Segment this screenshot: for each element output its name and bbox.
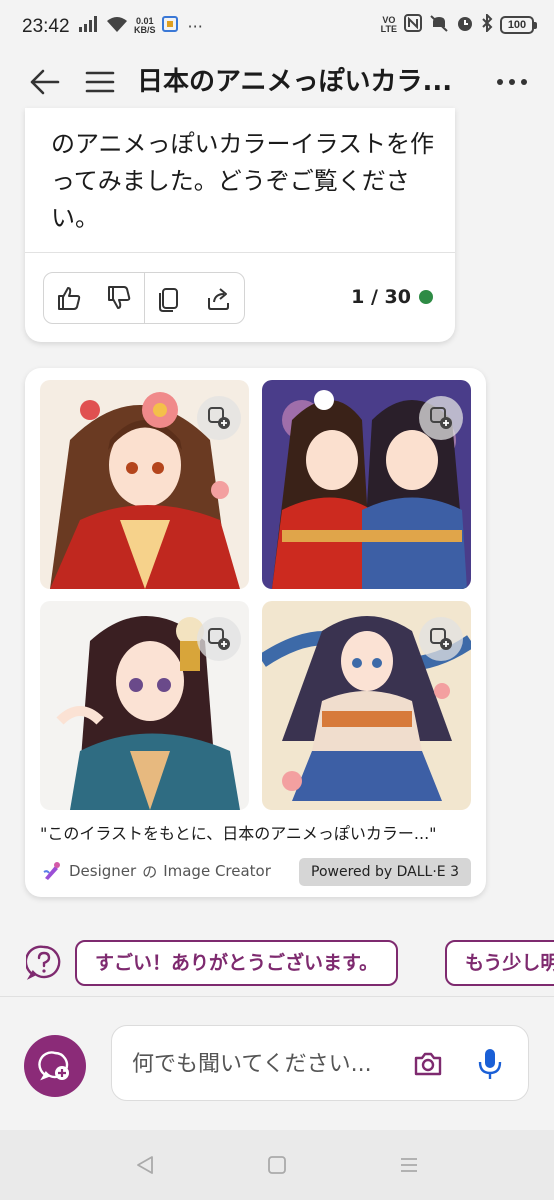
system-navigation-bar: [0, 1130, 554, 1200]
generated-image-1[interactable]: [40, 380, 249, 589]
network-speed: 0.01 KB/S: [134, 16, 156, 35]
thumbs-down-icon: [107, 286, 130, 309]
add-to-collection-icon: [430, 628, 452, 650]
add-to-collection-icon: [208, 407, 230, 429]
add-to-collection-button[interactable]: [419, 396, 463, 440]
nav-back-button[interactable]: [130, 1150, 160, 1180]
generated-image-4[interactable]: [262, 601, 471, 810]
menu-recents-icon: [401, 1158, 417, 1172]
battery-indicator: 100: [500, 16, 537, 34]
copy-icon: [159, 288, 179, 312]
add-to-collection-button[interactable]: [197, 396, 241, 440]
designer-logo-icon: [43, 862, 60, 880]
status-bar: 23:42 0.01 KB/S ··· VO LTE 100: [0, 0, 554, 56]
wifi-icon: [106, 15, 128, 37]
generated-image-2[interactable]: [262, 380, 471, 589]
camera-button[interactable]: [408, 1044, 448, 1084]
volte-icon: VO LTE: [380, 15, 397, 34]
voice-input-button[interactable]: [470, 1044, 510, 1084]
share-button[interactable]: [194, 273, 244, 323]
new-topic-button[interactable]: [24, 1035, 86, 1097]
thumbs-up-icon: [57, 287, 81, 310]
message-input-box: [111, 1025, 529, 1101]
assistant-message: のアニメっぽいカラーイラストを作ってみました。どうぞご覧ください。 1 / 30: [25, 108, 455, 342]
app-notification-icon: [161, 16, 178, 36]
signal-icon: [78, 15, 100, 37]
microphone-icon: [478, 1049, 502, 1079]
nav-home-button[interactable]: [262, 1150, 292, 1180]
designer-attribution[interactable]: Designer の Image Creator: [41, 860, 271, 882]
back-button[interactable]: [26, 64, 62, 100]
powered-by-badge: Powered by DALL·E 3: [299, 858, 471, 886]
add-to-collection-icon: [208, 628, 230, 650]
alarm-icon: [456, 14, 474, 36]
message-input[interactable]: [132, 1044, 402, 1084]
new-chat-icon: [38, 1051, 69, 1081]
image-prompt: "このイラストをもとに、日本のアニメっぽいカラー...": [40, 824, 437, 843]
clock: 23:42: [22, 16, 70, 37]
add-to-collection-button[interactable]: [197, 617, 241, 661]
nav-recents-button[interactable]: [394, 1150, 424, 1180]
like-button[interactable]: [44, 273, 94, 323]
add-to-collection-button[interactable]: [419, 617, 463, 661]
suggestion-chips: すごい！ありがとうございます。 もう少し明: [0, 938, 554, 988]
generated-image-3[interactable]: [40, 601, 249, 810]
menu-button[interactable]: [82, 64, 118, 100]
question-icon: [24, 945, 61, 980]
arrow-left-icon: [30, 69, 60, 95]
message-actions: [43, 272, 245, 324]
suggestion-chip[interactable]: もう少し明: [445, 940, 554, 986]
nfc-icon: [404, 14, 422, 36]
more-horizontal-icon: [497, 79, 527, 85]
composer: [0, 996, 554, 1130]
add-to-collection-icon: [430, 407, 452, 429]
response-counter: 1 / 30: [351, 286, 433, 308]
message-text: のアニメっぽいカラーイラストを作ってみました。どうぞご覧ください。: [51, 130, 435, 232]
image-creator-card: "このイラストをもとに、日本のアニメっぽいカラー..." Designer の …: [25, 368, 486, 897]
share-icon: [208, 288, 230, 310]
more-options-button[interactable]: [494, 64, 530, 100]
triangle-back-icon: [137, 1156, 153, 1174]
dislike-button[interactable]: [94, 273, 144, 323]
bluetooth-icon: [481, 12, 493, 36]
hamburger-icon: [85, 71, 115, 93]
camera-icon: [414, 1052, 442, 1076]
copy-button[interactable]: [145, 273, 195, 323]
page-title: 日本のアニメっぽいカラ...: [137, 67, 453, 97]
square-home-icon: [268, 1156, 286, 1174]
mute-icon: [429, 14, 449, 36]
divider: [25, 252, 455, 253]
status-dot: [419, 290, 433, 304]
suggestion-chip[interactable]: すごい！ありがとうございます。: [75, 940, 399, 986]
help-button[interactable]: [24, 944, 62, 980]
more-notifications-icon: ···: [187, 16, 203, 36]
